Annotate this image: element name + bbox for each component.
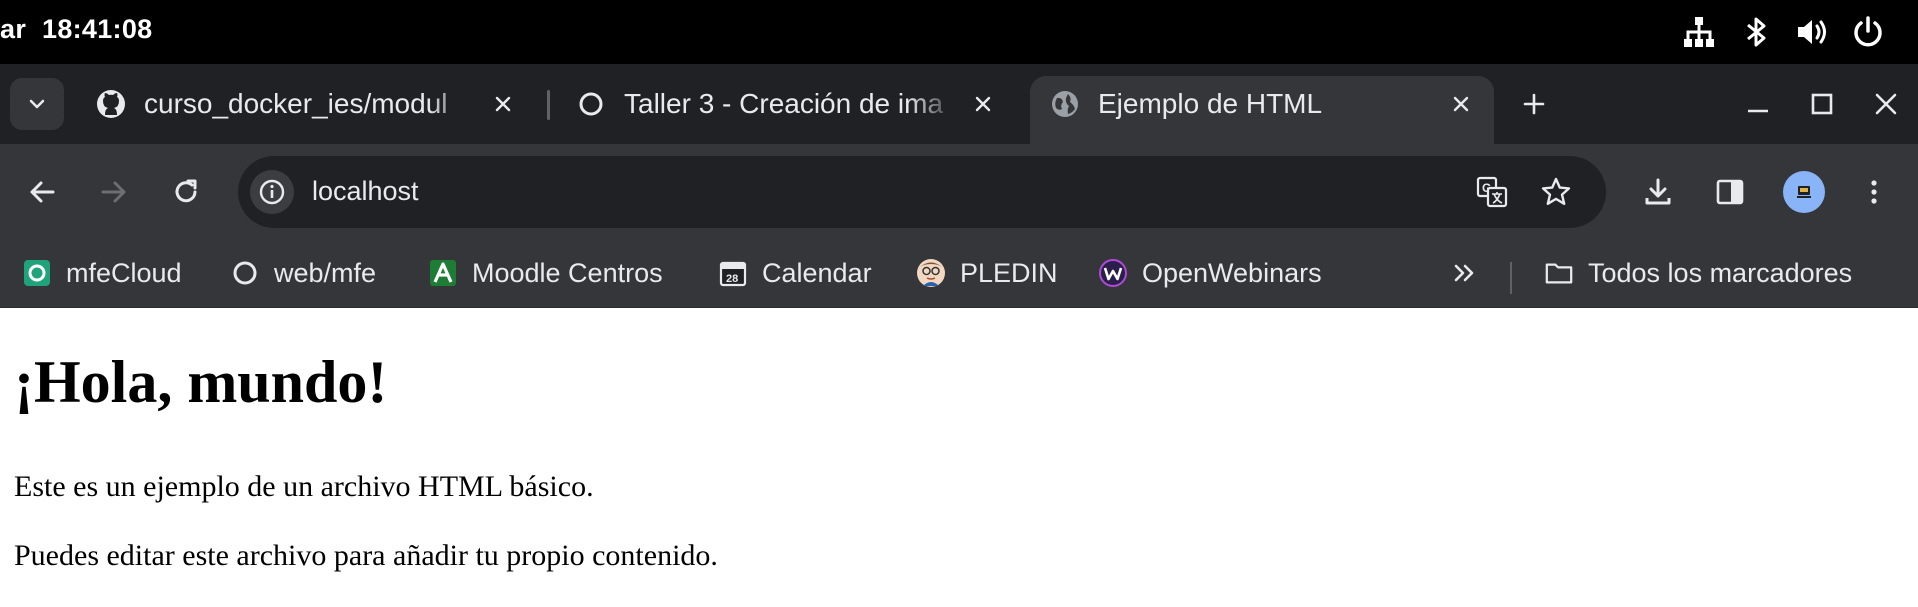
maximize-icon	[1810, 92, 1834, 116]
volume-icon[interactable]	[1794, 14, 1830, 50]
minimize-icon	[1746, 92, 1770, 116]
tab-curso-docker[interactable]: curso_docker_ies/modul	[76, 76, 536, 132]
web-page-content: ¡Hola, mundo! Este es un ejemplo de un a…	[0, 308, 1918, 607]
globe-icon	[1050, 89, 1080, 119]
system-bar: ar 18:41:08	[0, 0, 1918, 64]
downloads-button[interactable]	[1636, 170, 1680, 214]
openwebinars-icon	[1098, 258, 1128, 288]
folder-icon	[1544, 258, 1574, 288]
calendar-icon: 28	[718, 258, 748, 288]
arrow-left-icon	[27, 177, 57, 207]
tab-ejemplo-html[interactable]: Ejemplo de HTML	[1030, 76, 1494, 144]
bookmark-web-mfe[interactable]: web/mfe	[230, 250, 376, 296]
tab-title: curso_docker_ies/modul	[144, 88, 448, 119]
tab-title: Taller 3 - Creación de ima	[624, 88, 944, 119]
svg-text:28: 28	[726, 273, 738, 285]
tab-search-button[interactable]	[10, 78, 64, 130]
profile-avatar[interactable]	[1783, 171, 1825, 213]
new-tab-button[interactable]	[1514, 84, 1554, 124]
power-icon[interactable]	[1850, 14, 1886, 50]
bookmark-mfecloud[interactable]: mfeCloud	[22, 250, 182, 296]
more-bookmarks-button[interactable]	[1450, 250, 1478, 296]
pledin-icon	[916, 258, 946, 288]
reload-button[interactable]	[164, 170, 208, 214]
bookmark-label: PLEDIN	[960, 257, 1058, 288]
bookmark-label: Calendar	[762, 257, 872, 288]
bookmark-label: OpenWebinars	[1142, 257, 1322, 288]
profile-icon	[1793, 181, 1815, 203]
url-text[interactable]: localhost	[312, 176, 419, 207]
network-icon[interactable]	[1681, 14, 1717, 50]
bookmarks-separator	[1510, 262, 1512, 294]
tab-separator	[547, 90, 550, 120]
mfecloud-icon	[22, 258, 52, 288]
menu-button[interactable]	[1852, 170, 1896, 214]
bookmarks-bar: mfeCloud web/mfe Moodle Centros 28 Calen…	[0, 240, 1918, 308]
page-paragraph-1: Este es un ejemplo de un archivo HTML bá…	[14, 470, 594, 503]
translate-icon[interactable]: G	[1472, 172, 1512, 212]
close-icon	[1874, 92, 1898, 116]
tab-title: Ejemplo de HTML	[1098, 88, 1323, 119]
more-vertical-icon	[1859, 177, 1889, 207]
bookmark-pledin[interactable]: PLEDIN	[916, 250, 1058, 296]
circle-icon	[230, 258, 260, 288]
all-bookmarks-button[interactable]: Todos los marcadores	[1544, 250, 1852, 296]
all-bookmarks-label: Todos los marcadores	[1588, 257, 1853, 288]
close-icon[interactable]	[1446, 89, 1476, 119]
chevron-double-right-icon	[1450, 259, 1478, 287]
bookmark-label: web/mfe	[274, 257, 377, 288]
arrow-right-icon	[99, 177, 129, 207]
tab-taller-3[interactable]: Taller 3 - Creación de ima	[556, 76, 1016, 132]
bookmark-openwebinars[interactable]: OpenWebinars	[1098, 250, 1322, 296]
bookmark-label: Moodle Centros	[472, 257, 663, 288]
close-icon[interactable]	[488, 89, 518, 119]
forward-button[interactable]	[92, 170, 136, 214]
github-icon	[96, 89, 126, 119]
maximize-button[interactable]	[1802, 84, 1842, 124]
side-panel-button[interactable]	[1708, 170, 1752, 214]
close-icon[interactable]	[968, 89, 998, 119]
info-icon	[258, 178, 286, 206]
side-panel-icon	[1714, 176, 1746, 208]
reload-icon	[171, 177, 201, 207]
back-button[interactable]	[20, 170, 64, 214]
bookmark-label: mfeCloud	[66, 257, 182, 288]
circle-icon	[576, 89, 606, 119]
plus-icon	[1522, 92, 1546, 116]
minimize-button[interactable]	[1738, 84, 1778, 124]
close-window-button[interactable]	[1866, 84, 1906, 124]
chevron-down-icon	[26, 93, 48, 115]
page-paragraph-2: Puedes editar este archivo para añadir t…	[14, 539, 718, 572]
bookmark-calendar[interactable]: 28 Calendar	[718, 250, 872, 296]
moodle-icon	[428, 258, 458, 288]
system-date: ar	[0, 14, 27, 44]
download-icon	[1642, 176, 1674, 208]
address-bar[interactable]: localhost G	[238, 156, 1606, 228]
browser-toolbar: localhost G	[0, 144, 1918, 240]
page-heading: ¡Hola, mundo!	[14, 349, 388, 415]
bookmark-moodle-centros[interactable]: Moodle Centros	[428, 250, 663, 296]
bluetooth-icon[interactable]	[1738, 14, 1774, 50]
site-info-button[interactable]	[250, 170, 294, 214]
tab-strip: curso_docker_ies/modul Taller 3 - Creaci…	[0, 64, 1918, 144]
system-clock[interactable]: 18:41:08	[42, 14, 152, 45]
star-icon[interactable]	[1536, 172, 1576, 212]
